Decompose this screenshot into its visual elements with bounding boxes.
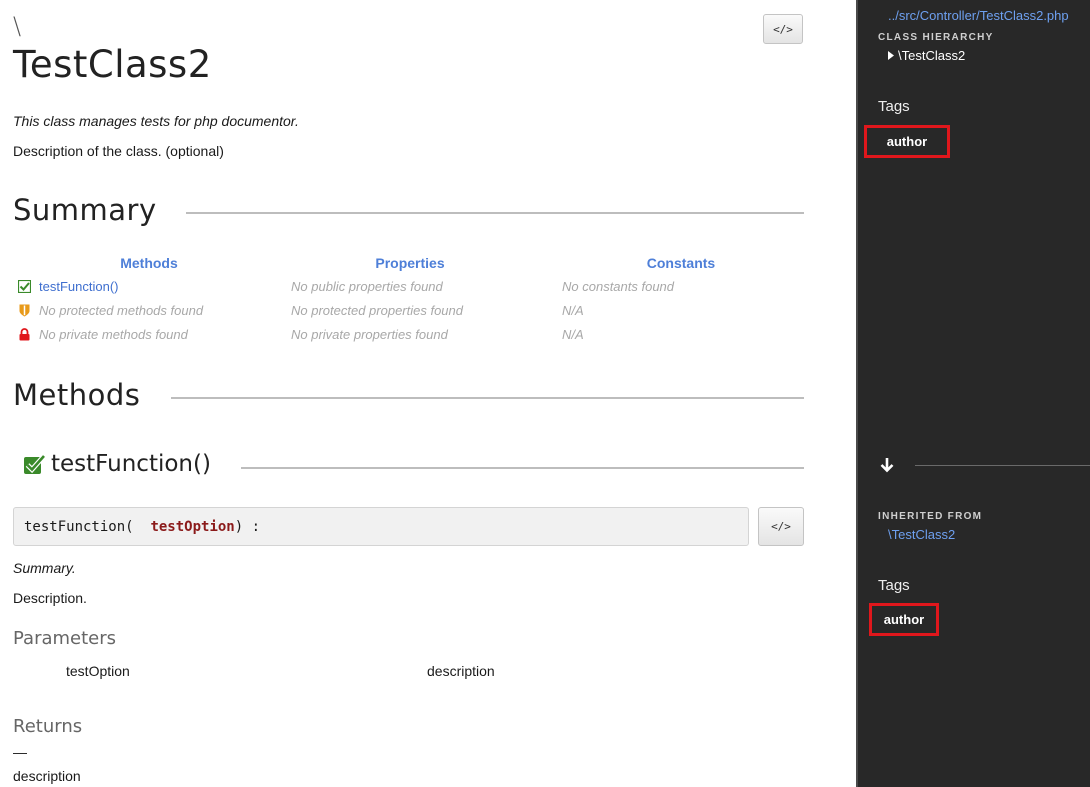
summary-col-methods: Methods	[120, 255, 178, 271]
summary-col-properties: Properties	[375, 255, 445, 271]
arrow-down-icon	[878, 456, 896, 474]
summary-public-method-link[interactable]: testFunction()	[39, 279, 118, 294]
summary-private-methods: No private methods found	[39, 327, 188, 342]
signature-param: testOption	[150, 519, 235, 535]
caret-right-icon	[888, 48, 894, 63]
summary-private-constants: N/A	[562, 327, 584, 342]
summary-protected-constants: N/A	[562, 303, 584, 318]
method-author-tag[interactable]: author	[869, 603, 939, 636]
summary-divider	[186, 212, 804, 214]
summary-public-properties: No public properties found	[291, 279, 443, 294]
summary-private-properties: No private properties found	[291, 327, 448, 342]
parameter-name: testOption	[66, 663, 130, 679]
class-long-description: Description of the class. (optional)	[13, 143, 224, 159]
summary-protected-methods: No protected methods found	[39, 303, 204, 318]
parameter-description: description	[427, 663, 495, 679]
file-path-link[interactable]: ../src/Controller/TestClass2.php	[888, 8, 1069, 23]
page-title: TestClass2	[13, 43, 212, 86]
class-hierarchy-label: CLASS HIERARCHY	[878, 32, 994, 43]
summary-protected-properties: No protected properties found	[291, 303, 463, 318]
tags-heading: Tags	[878, 98, 910, 115]
summary-col-constants: Constants	[646, 255, 716, 271]
inherited-from-link[interactable]: \TestClass2	[888, 527, 955, 542]
checkbox-icon	[17, 279, 31, 293]
sidebar: ../src/Controller/TestClass2.php CLASS H…	[856, 0, 1090, 787]
methods-divider	[171, 397, 804, 399]
method-tags-heading: Tags	[878, 577, 910, 594]
main-content: \ TestClass2 </> This class manages test…	[0, 0, 856, 787]
checkbox-icon	[22, 453, 46, 475]
shield-icon	[17, 303, 31, 317]
summary-public-constants: No constants found	[562, 279, 675, 294]
class-hierarchy-item[interactable]: \TestClass2	[888, 48, 965, 63]
method-description: Description.	[13, 590, 87, 606]
summary-heading: Summary	[13, 193, 157, 227]
class-hierarchy-label-text: \TestClass2	[898, 48, 966, 63]
sidebar-divider	[915, 465, 1090, 466]
method-signature: testFunction( testOption) :	[13, 507, 749, 546]
return-type: —	[13, 744, 27, 760]
method-summary: Summary.	[13, 560, 76, 576]
lock-icon	[17, 327, 31, 341]
view-source-button[interactable]: </>	[763, 14, 803, 44]
return-description: description	[13, 768, 81, 784]
signature-prefix: testFunction(	[24, 519, 151, 535]
method-source-button[interactable]: </>	[758, 507, 804, 546]
author-tag[interactable]: author	[864, 125, 950, 158]
parameters-heading: Parameters	[13, 628, 117, 649]
class-short-description: This class manages tests for php documen…	[13, 113, 299, 129]
method-title: testFunction()	[51, 451, 211, 477]
returns-heading: Returns	[13, 716, 83, 737]
method-divider	[241, 467, 804, 469]
signature-suffix: ) :	[234, 519, 261, 535]
methods-heading: Methods	[13, 378, 141, 412]
inherited-from-label: INHERITED FROM	[878, 511, 983, 522]
namespace-label: \	[13, 12, 22, 40]
